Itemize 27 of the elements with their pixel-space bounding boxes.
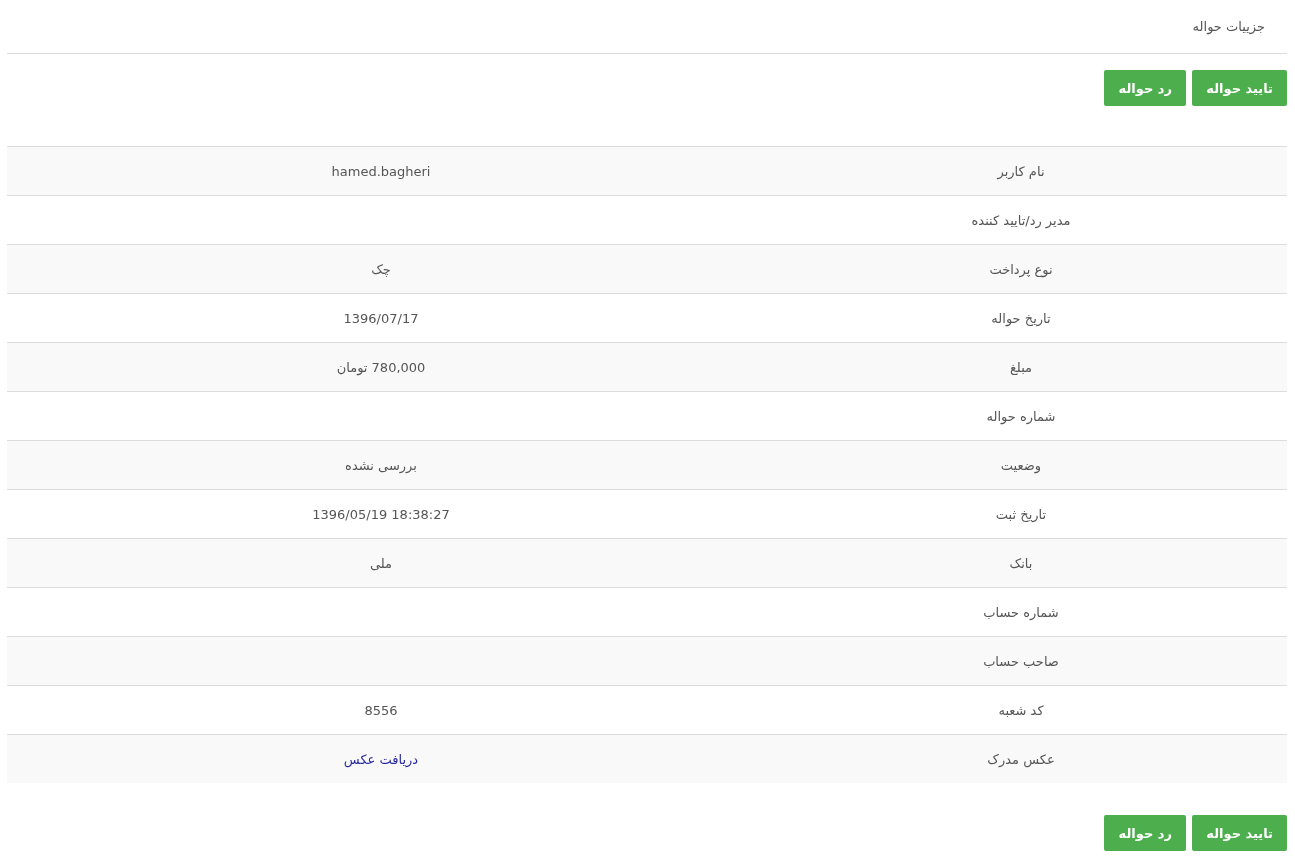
field-value: ملی — [369, 555, 393, 571]
field-label: بانک — [1009, 555, 1033, 571]
field-label: نوع پرداخت — [989, 261, 1053, 277]
field-label: صاحب حساب — [983, 653, 1059, 669]
field-label: وضعیت — [1000, 457, 1042, 473]
field-label: تاریخ ثبت — [995, 506, 1047, 522]
action-button[interactable]: تایید حواله — [1192, 815, 1287, 851]
field-label: تاریخ حواله — [991, 310, 1051, 326]
action-button[interactable]: رد حواله — [1104, 815, 1187, 851]
field-value: 780,000 تومان — [336, 359, 426, 375]
field-value: hamed.bagheri — [331, 163, 431, 179]
page-title: جزییات حواله — [1192, 19, 1265, 34]
field-value: 8556 — [364, 702, 398, 718]
field-label: مدیر رد/تایید کننده — [971, 212, 1071, 228]
field-label: کد شعبه — [998, 702, 1044, 718]
action-button[interactable]: رد حواله — [1104, 70, 1187, 106]
field-label: شماره حساب — [983, 604, 1059, 620]
field-value: 1396/07/17 — [343, 310, 419, 326]
field-value: بررسی نشده — [345, 457, 417, 473]
field-value: چک — [371, 261, 391, 277]
field-label: مبلغ — [1009, 359, 1033, 375]
download-link[interactable]: دریافت عکس — [343, 751, 419, 767]
field-label: نام کاربر — [997, 163, 1045, 179]
field-label: عکس مدرک — [987, 751, 1055, 767]
field-value: 1396/05/19 18:38:27 — [312, 506, 450, 522]
action-button[interactable]: تایید حواله — [1192, 70, 1287, 106]
field-label: شماره حواله — [986, 408, 1056, 424]
